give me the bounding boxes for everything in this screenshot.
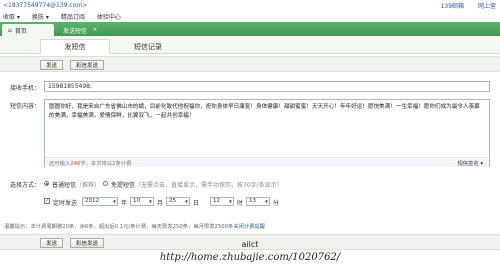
year-unit: 年 [121,200,128,207]
mode-label: 选择方式： [10,182,41,189]
message-text: 圆圆你好，我是来自广东省佛山市的蜻，目前化致代他祝福你，祝你身体早日康复！身体健… [49,104,480,119]
billing-hint: 温馨提示：本计费周期赠20条，余6条，超出后0.1元/条计费，每天限发250条，… [4,224,266,230]
minute-unit: 分 [273,200,280,207]
message-textarea[interactable]: 圆圆你好，我是来自广东省佛山市的蜻，目前化致代他祝福你，祝你身体早日康复！身体健… [44,99,490,167]
signature-dropdown[interactable]: 短信签名 ▾ [457,159,483,167]
normal-sms-radio[interactable] [44,181,49,186]
top-toolbar: 发送 彩信发送 [0,56,500,72]
chevron-down-icon: ▼ [112,199,116,204]
tab-bar: ⌂ 首页 发送短信 ✕ [0,22,500,36]
schedule-label: 定时发送 [53,200,78,207]
chevron-down-icon: ▼ [264,199,268,204]
watermark-url: http://home.zhubajie.com/1020762/ [159,252,341,263]
chevron-down-icon: ▼ [148,199,152,204]
top-links: 139邮箱 网上营 [429,1,496,10]
normal-sms-label: 普通短信（推荐） [52,182,101,189]
sms-page: <18377549774@139.com> 139邮箱 网上营 收取 ▾ 换肤 … [0,0,500,278]
month-select[interactable]: 10 ▼ [130,197,154,206]
chevron-down-icon: ▼ [184,199,188,204]
schedule-checkbox[interactable]: ✓ [44,198,50,204]
menu-experience[interactable]: 体验中心 [97,12,121,21]
menu-bar: 收取 ▾ 换肤 ▾ 精品订阅 体验中心 [0,10,500,22]
hour-select[interactable]: 12 ▼ [210,197,234,206]
menu-receive[interactable]: 收取 ▾ [3,12,20,21]
mailbox-link[interactable]: 139邮箱 [441,3,464,10]
tab-home-label: 首页 [14,27,27,35]
flash-sms-label: 免提短信（无需点击，直接显示，需手动保存。按70字/条显示） [111,182,283,189]
account-email[interactable]: <18377549774@139.com> [3,2,87,9]
recipient-label: 接收手机： [10,85,41,92]
day-select[interactable]: 25 ▼ [166,197,190,206]
top-bar: <18377549774@139.com> 139邮箱 网上营 [0,0,500,10]
day-unit: 日 [193,200,200,207]
watermark-name: ailct [241,240,259,249]
message-label: 短信内容： [10,103,41,110]
subtab-send[interactable]: 发短信 [40,39,110,54]
month-unit: 月 [157,200,164,207]
menu-subscription[interactable]: 精品订阅 [61,12,85,21]
close-icon[interactable]: ✕ [93,27,97,33]
subtab-records[interactable]: 短信记录 [118,39,178,54]
recipient-input[interactable]: 15981855498; [44,81,490,92]
year-select[interactable]: 2012 ▼ [82,197,118,206]
chevron-down-icon: ▼ [228,199,232,204]
send-button[interactable]: 发送 [40,60,64,70]
close-billing-reminder-link[interactable]: 关闭计费提醒 [233,224,265,230]
menu-skin[interactable]: 换肤 ▾ [32,12,49,21]
char-count: 还可输入246字，本次将以2条计费 [49,161,132,167]
sub-tabs: 发短信 短信记录 [0,36,500,54]
tab-send-sms-label: 发送短信 [63,27,88,35]
hour-unit: 时 [237,200,244,207]
minute-select[interactable]: 13 ▼ [246,197,270,206]
online-hall-link[interactable]: 网上营 [478,3,496,10]
home-icon: ⌂ [8,26,12,34]
tab-home[interactable]: ⌂ 首页 [2,24,54,36]
tab-send-sms[interactable]: 发送短信 ✕ [57,24,127,36]
mms-send-button[interactable]: 彩信发送 [70,60,105,70]
message-footer: 还可输入246字，本次将以2条计费 短信签名 ▾ [45,157,489,167]
flash-sms-radio[interactable] [103,181,108,186]
